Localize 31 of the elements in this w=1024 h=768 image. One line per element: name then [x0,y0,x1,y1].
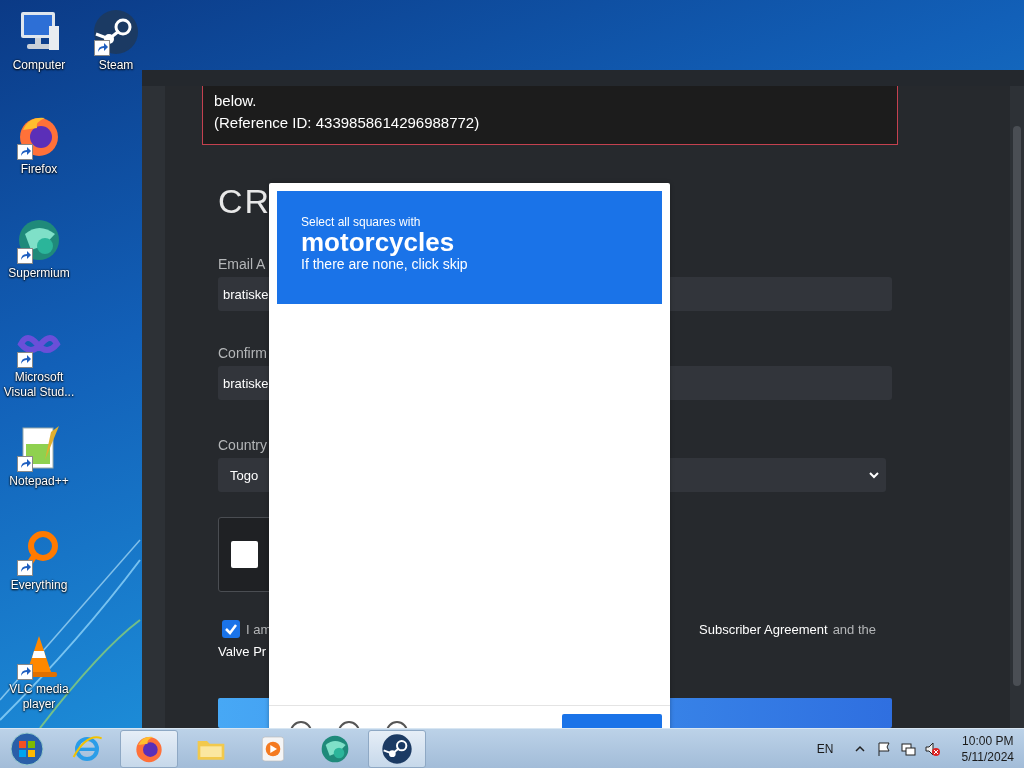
error-text: (Reference ID: 4339858614296988772) [214,113,481,133]
muted-speaker-icon[interactable] [923,740,940,757]
app-logo-icon [381,732,413,765]
desktop-icon-label[interactable]: VLC media player [1,682,77,712]
captcha-checkbox[interactable] [231,541,258,568]
captcha-target: motorcycles [301,229,456,255]
agreement-checkbox[interactable] [222,620,240,638]
taskbar-button[interactable] [120,729,178,768]
desktop-icon-label[interactable]: Supermium [1,266,77,281]
field-label: Country [218,436,268,454]
agreement-text: and the [832,621,876,637]
clock[interactable]: 10:00 PM 5/11/2024 [961,732,1014,765]
field-label: Confirm [218,344,268,362]
desktop-icon-label[interactable]: Firefox [1,162,77,177]
desktop-icon-label[interactable]: Computer [1,58,77,73]
agreement-link[interactable]: Subscriber Agreement [699,621,828,637]
network-icon[interactable] [899,740,916,757]
captcha-prompt: Select all squares with [301,215,422,229]
desktop-icon-label[interactable]: Everything [1,578,77,593]
chevron-down-icon [868,469,880,481]
field-label: Email A [218,255,267,273]
taskbar-button[interactable] [368,729,426,768]
captcha-hint: If there are none, click skip [301,256,469,273]
desktop-icon-label[interactable]: Notepad++ [1,474,77,489]
page-heading: CR [218,181,272,221]
language-indicator[interactable]: EN [816,741,834,756]
start-button[interactable] [10,731,44,766]
flag-icon[interactable] [875,740,892,757]
desktop-icon-label[interactable]: Steam [78,58,154,73]
error-text: below. [214,91,258,111]
desktop-icon-label[interactable]: Microsoft Visual Stud... [1,370,77,400]
